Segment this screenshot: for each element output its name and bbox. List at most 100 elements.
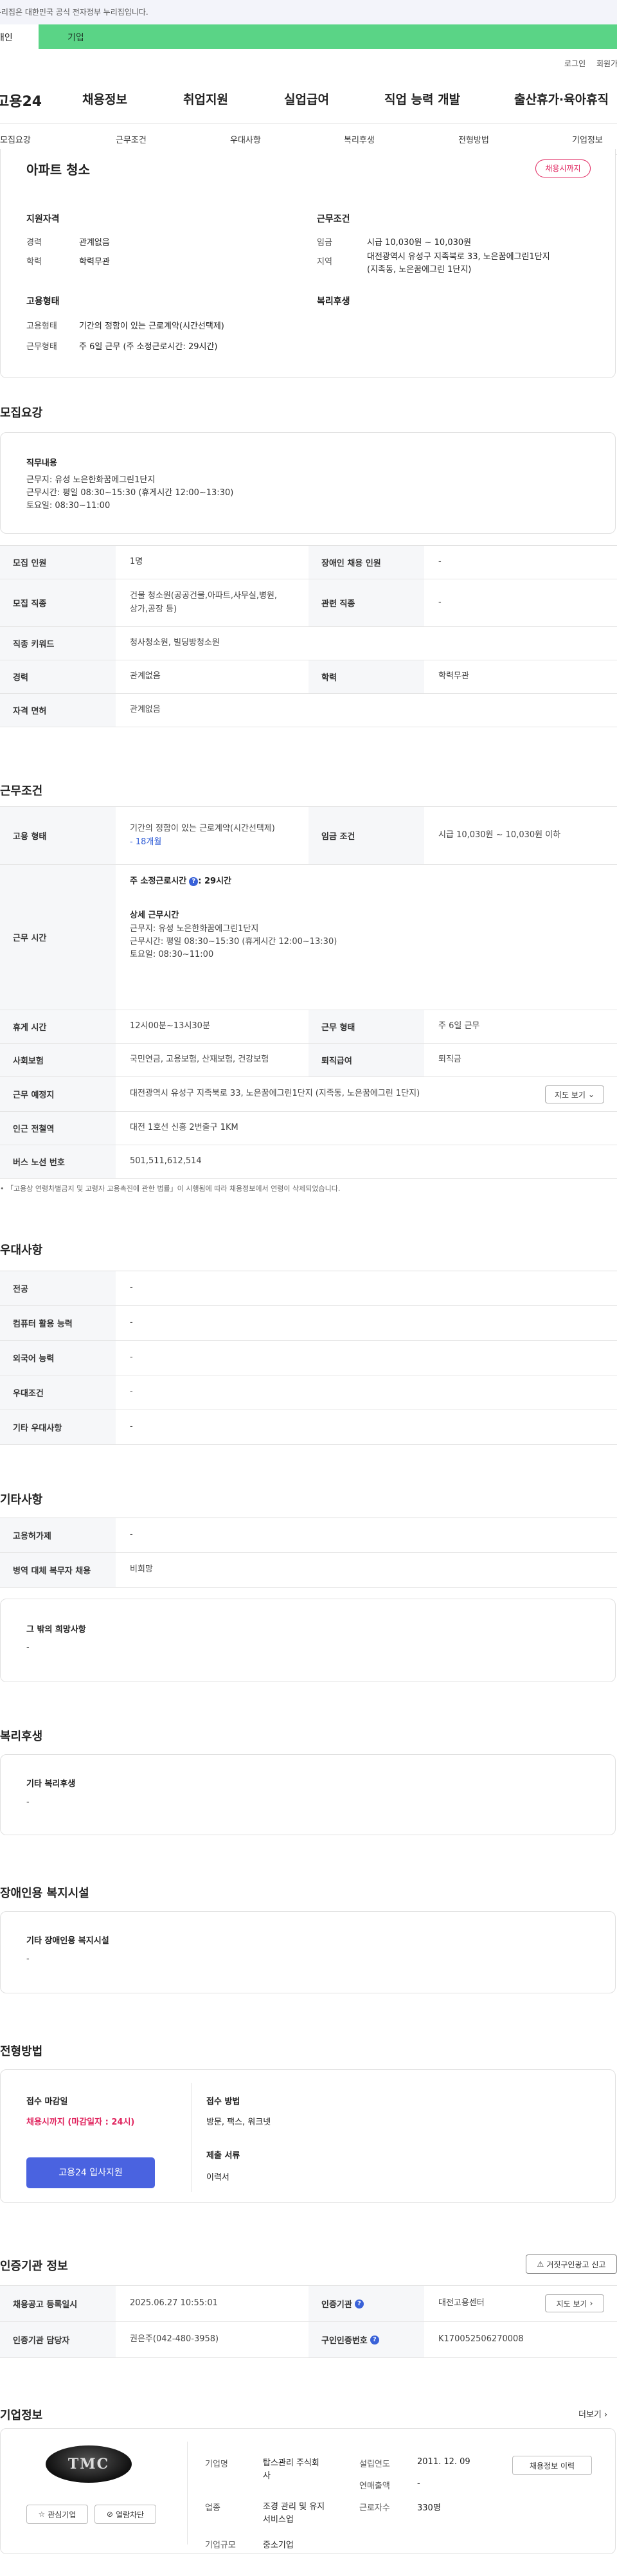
table-row: 자격 면허 관계없음 bbox=[0, 694, 617, 727]
table-cell: 기간의 정함이 있는 근로계약(시간선택제) - 18개월 bbox=[116, 807, 308, 864]
agency-map-button[interactable]: 지도 보기 › bbox=[545, 2294, 604, 2312]
company-heading: 기업정보 bbox=[0, 2409, 43, 2422]
duty-text: 근무지: 유성 노은한화꿈에그린1단지 근무시간: 평일 08:30~15:30… bbox=[26, 475, 234, 511]
duty-title: 직무내용 bbox=[26, 458, 57, 468]
table-header: 채용공고 등록일시 bbox=[0, 2286, 116, 2321]
pref-table: 전공 - 컴퓨터 활용 능력 - 외국어 능력 - 우대조건 - 기타 우대사항 - bbox=[0, 1271, 617, 1445]
apply-button[interactable]: 고용24 입사지원 bbox=[26, 2157, 155, 2188]
gnb-jobs[interactable]: 채용정보 bbox=[82, 90, 127, 107]
gnb-vocational-training[interactable]: 직업 능력 개발 bbox=[384, 90, 460, 107]
deadline-title: 접수 마감일 bbox=[26, 2097, 68, 2107]
table-row: 전공 - bbox=[0, 1271, 617, 1306]
table-cell: - bbox=[130, 1318, 133, 1328]
emp-type-value: 기간의 정함이 있는 근로계약(시간선택제) bbox=[79, 322, 224, 331]
table-header: 퇴직급여 bbox=[308, 1044, 424, 1076]
disabled-sub: 기타 장애인용 복지시설 bbox=[26, 1936, 109, 1946]
site-logo[interactable]: 고용24 bbox=[0, 90, 42, 111]
table-row: 컴퓨터 활용 능력 - bbox=[0, 1306, 617, 1341]
help-icon[interactable]: ? bbox=[189, 876, 199, 886]
wage-value: 시급 10,030원 ~ 10,030원 bbox=[367, 238, 472, 248]
gnb-parental-leave[interactable]: 출산휴가·육아휴직 bbox=[514, 90, 609, 107]
table-header: 직종 키워드 bbox=[0, 627, 116, 660]
founded-label: 설립연도 bbox=[359, 2460, 390, 2469]
help-icon[interactable]: ? bbox=[354, 2299, 364, 2308]
table-header: 버스 노선 번호 bbox=[0, 1145, 116, 1178]
table-header: 자격 면허 bbox=[0, 694, 116, 727]
tab-company[interactable]: 기업 bbox=[39, 24, 617, 49]
table-row: 인증기관 담당자 권은주(042-480-3958) 구인인증번호? K1700… bbox=[0, 2322, 617, 2358]
tab-conditions[interactable]: 근무조건 bbox=[116, 133, 147, 145]
extra-card: 그 밖의 희망사항 - bbox=[0, 1599, 616, 1682]
company-logo: TMC bbox=[46, 2445, 132, 2483]
wage-label: 임금 bbox=[317, 238, 332, 248]
agency-table: 채용공고 등록일시 2025.06.27 10:55:01 인증기관? 대전고용… bbox=[0, 2285, 617, 2358]
table-cell: 학력무관 bbox=[438, 671, 469, 682]
table-cell: 퇴직금 bbox=[438, 1055, 461, 1065]
block-button[interactable]: ⊘ 열람차단 bbox=[94, 2505, 156, 2524]
table-header: 고용허가제 bbox=[0, 1518, 116, 1552]
hiring-history-button[interactable]: 채용정보 이력 bbox=[512, 2456, 592, 2475]
table-header: 우대조건 bbox=[0, 1375, 116, 1410]
table-header: 기타 우대사항 bbox=[0, 1410, 116, 1444]
tab-preferences[interactable]: 우대사항 bbox=[230, 133, 261, 145]
tab-company-info[interactable]: 기업정보 bbox=[572, 133, 603, 145]
method-title: 접수 방법 bbox=[206, 2097, 240, 2107]
industry-label: 업종 bbox=[205, 2503, 220, 2513]
table-row: 모집 인원 1명 장애인 채용 인원 - bbox=[0, 546, 617, 579]
more-link[interactable]: 더보기 › bbox=[578, 2408, 607, 2420]
gov-banner-text: 이 누리집은 대한민국 공식 전자정부 누리집입니다. bbox=[0, 8, 148, 17]
table-cell: - bbox=[438, 557, 442, 567]
recruit-table: 모집 인원 1명 장애인 채용 인원 - 모집 직종 건물 청소원(공공건물,아… bbox=[0, 545, 617, 727]
gnb-employment-support[interactable]: 취업지원 bbox=[183, 90, 228, 107]
pref-heading: 우대사항 bbox=[0, 1244, 43, 1257]
table-row: 직종 키워드 청사청소원, 빌딩방청소원 bbox=[0, 627, 617, 660]
table-row: 고용허가제 - bbox=[0, 1518, 617, 1553]
table-header: 학력 bbox=[308, 660, 424, 693]
work-heading: 근무조건 bbox=[0, 785, 43, 798]
gnb-unemployment-benefit[interactable]: 실업급여 bbox=[284, 90, 329, 107]
tab-individual[interactable]: 개인 bbox=[0, 24, 39, 49]
tab-recruit[interactable]: 모집요강 bbox=[0, 133, 31, 145]
cond-heading: 근무조건 bbox=[317, 214, 350, 224]
help-icon[interactable]: ? bbox=[370, 2335, 379, 2345]
age-notice: • 「고용상 연령차별금지 및 고령자 고용촉진에 관한 법률」이 시행됨에 따… bbox=[0, 1184, 341, 1193]
table-cell: 12시00분~13시30분 bbox=[130, 1021, 210, 1031]
table-row: 채용공고 등록일시 2025.06.27 10:55:01 인증기관? 대전고용… bbox=[0, 2286, 617, 2322]
emp-type-label: 고용형태 bbox=[26, 322, 57, 331]
extra-value: - bbox=[26, 1643, 30, 1653]
emp-type-value: 기간의 정함이 있는 근로계약(시간선택제) bbox=[130, 823, 275, 833]
process-heading: 전형방법 bbox=[0, 2045, 43, 2058]
docs-title: 제출 서류 bbox=[206, 2151, 240, 2161]
qual-heading: 지원자격 bbox=[26, 214, 60, 224]
industry-value: 조경 관리 및 유지 서비스업 bbox=[263, 2502, 325, 2525]
edu-value: 학력무관 bbox=[79, 257, 110, 267]
welfare-section-heading: 복리후생 bbox=[0, 1730, 43, 1743]
table-header: 인증기관 담당자 bbox=[0, 2322, 116, 2357]
favorite-button[interactable]: ☆ 관심기업 bbox=[26, 2505, 88, 2524]
table-header: 전공 bbox=[0, 1271, 116, 1305]
tab-welfare[interactable]: 복리후생 bbox=[344, 133, 375, 145]
emp-heading: 고용형태 bbox=[26, 296, 60, 307]
join-link[interactable]: 회원가입 bbox=[596, 58, 617, 69]
table-header: 장애인 채용 인원 bbox=[308, 546, 424, 579]
login-link[interactable]: 로그인 bbox=[564, 58, 586, 69]
audience-tabs: 개인 기업 bbox=[0, 24, 617, 49]
table-cell: - bbox=[130, 1530, 133, 1540]
table-header: 근무 예정지 bbox=[0, 1077, 116, 1111]
report-button[interactable]: ⚠ 거짓구인광고 신고 bbox=[526, 2254, 617, 2274]
table-row: 우대조건 - bbox=[0, 1375, 617, 1410]
table-header: 컴퓨터 활용 능력 bbox=[0, 1306, 116, 1340]
welfare-sub: 기타 복리후생 bbox=[26, 1779, 76, 1789]
size-value: 중소기업 bbox=[263, 2541, 294, 2550]
map-button[interactable]: 지도 보기 ⌄ bbox=[545, 1085, 604, 1103]
table-header: 모집 직종 bbox=[0, 579, 116, 626]
company-name-value: 탑스관리 주식회 사 bbox=[263, 2458, 319, 2481]
table-cell: 관계없음 bbox=[130, 671, 161, 682]
employees-label: 근로자수 bbox=[359, 2503, 390, 2513]
process-card: 접수 마감일 채용시까지 (마감일자 : 24시) 고용24 입사지원 접수 방… bbox=[0, 2069, 616, 2203]
extra-title: 그 밖의 희망사항 bbox=[26, 1625, 86, 1635]
table-row: 근무 예정지 대전광역시 유성구 지족북로 33, 노은꿈에그린1단지 (지족동… bbox=[0, 1077, 617, 1112]
detail-hours-text: 근무지: 유성 노은한화꿈에그린1단지 근무시간: 평일 08:30~15:30… bbox=[130, 923, 337, 959]
tab-process[interactable]: 전형방법 bbox=[458, 133, 489, 145]
table-header: 임금 조건 bbox=[308, 807, 424, 864]
